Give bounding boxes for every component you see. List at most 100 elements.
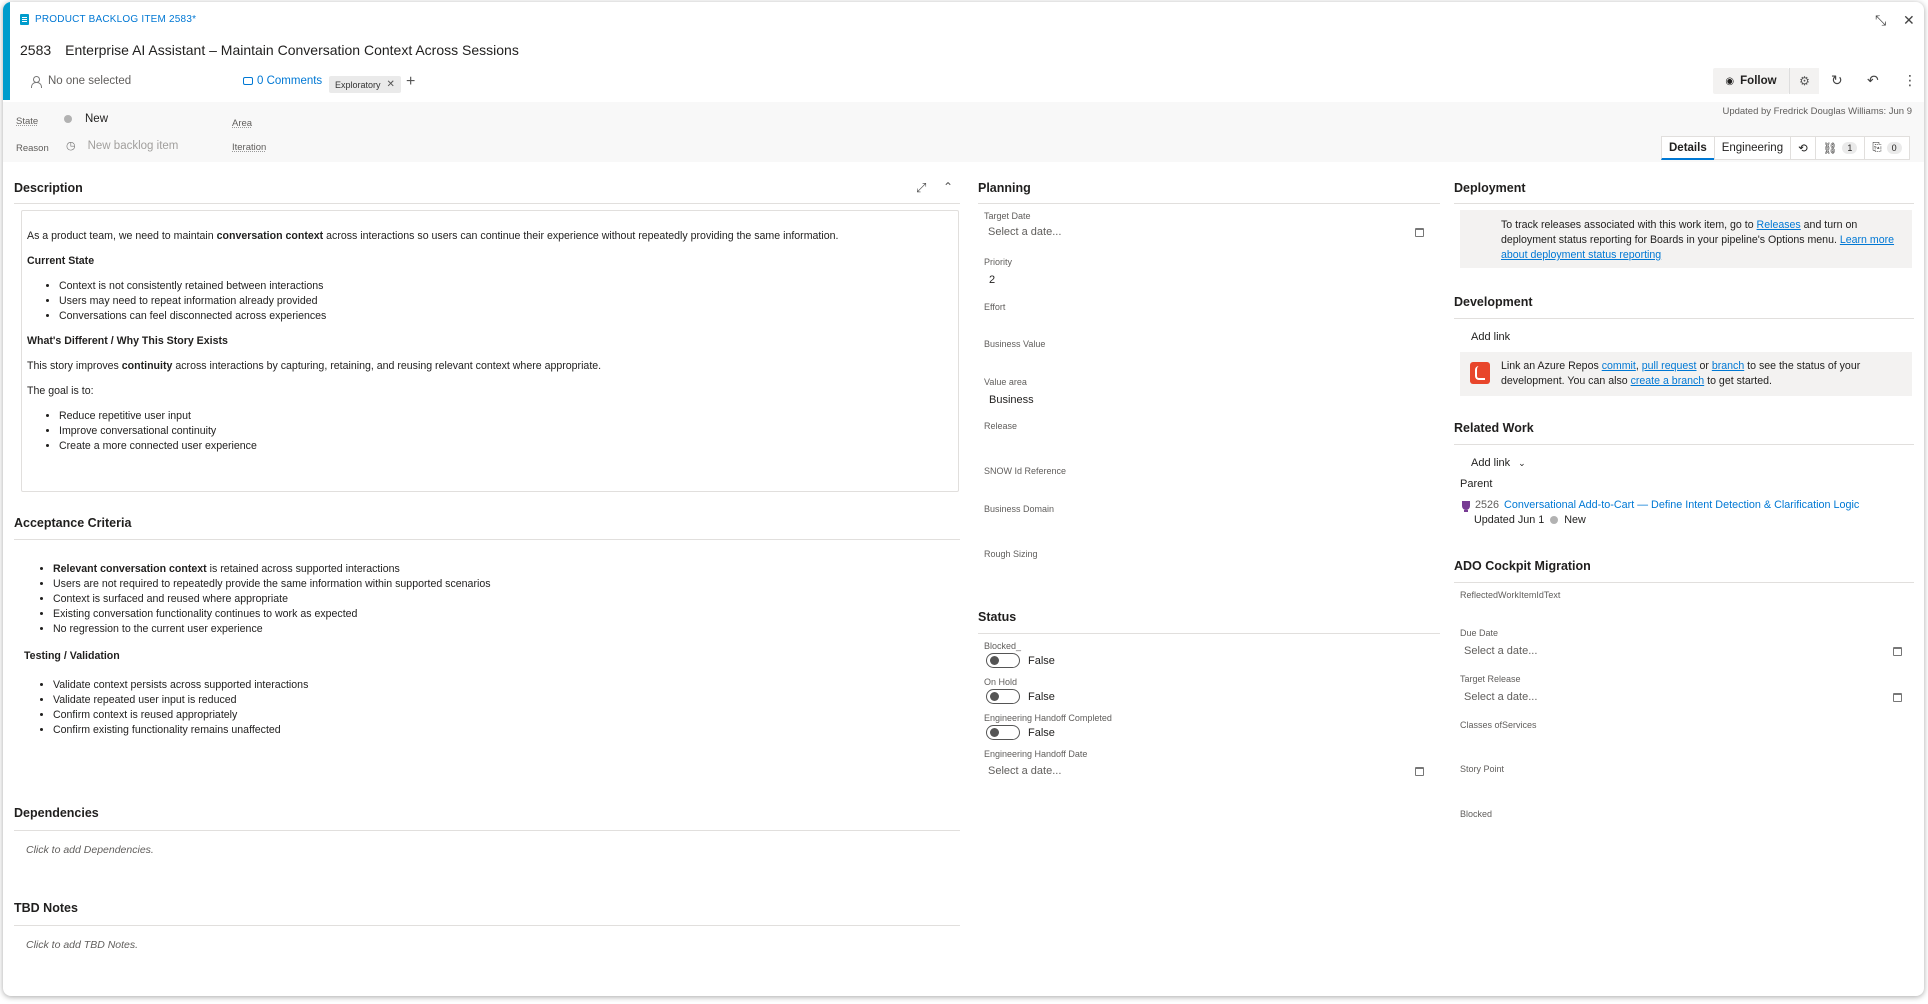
iteration-label[interactable]: Iteration xyxy=(232,142,266,153)
on-hold-label: On Hold xyxy=(984,677,1018,687)
testing-heading: Testing / Validation xyxy=(24,650,120,662)
chevron-down-icon: ⌄ xyxy=(1518,457,1526,468)
toggle-switch[interactable] xyxy=(986,725,1020,740)
assigned-to-field[interactable]: No one selected xyxy=(31,75,131,88)
deployment-divider xyxy=(1454,203,1914,204)
work-item-type-label: PRODUCT BACKLOG ITEM 2583* xyxy=(20,14,196,25)
ado-divider xyxy=(1454,582,1914,583)
blocked-label: Blocked_ xyxy=(984,641,1022,651)
close-icon[interactable]: ✕ xyxy=(1903,12,1915,29)
due-date-label: Due Date xyxy=(1460,628,1499,638)
due-date-field[interactable]: Select a date... xyxy=(1460,645,1902,657)
business-domain-label: Business Domain xyxy=(984,504,1055,514)
tbd-notes-divider xyxy=(14,925,960,926)
list-item: Improve conversational continuity xyxy=(59,424,953,439)
dependencies-field[interactable]: Click to add Dependencies. xyxy=(26,844,154,856)
calendar-icon[interactable] xyxy=(1415,766,1424,776)
follow-button[interactable]: ◉ Follow xyxy=(1713,68,1789,94)
priority-field[interactable]: 2 xyxy=(989,274,995,286)
core-fields-band xyxy=(3,102,1924,162)
related-add-link[interactable]: Add link ⌄ xyxy=(1471,457,1526,469)
chevron-up-icon[interactable]: ⌃ xyxy=(943,180,953,194)
target-date-field[interactable]: Select a date... xyxy=(984,226,1424,238)
list-item: Confirm context is reused appropriately xyxy=(53,708,959,723)
status-heading: Status xyxy=(978,610,1017,624)
backlog-item-icon xyxy=(20,14,29,25)
eye-icon: ◉ xyxy=(1725,75,1735,87)
work-item-title[interactable]: Enterprise AI Assistant – Maintain Conve… xyxy=(65,42,519,58)
tab-engineering[interactable]: Engineering xyxy=(1713,136,1791,160)
paperclip-icon: ⎘ xyxy=(1872,141,1882,154)
parent-work-item[interactable]: 2526 Conversational Add-to-Cart — Define… xyxy=(1462,499,1859,512)
list-item: Create a more connected user experience xyxy=(59,439,953,454)
list-item: Existing conversation functionality cont… xyxy=(53,607,959,622)
create-branch-link[interactable]: create a branch xyxy=(1631,375,1705,387)
calendar-icon[interactable] xyxy=(1893,692,1902,702)
related-work-heading: Related Work xyxy=(1454,421,1534,435)
branch-link[interactable]: branch xyxy=(1712,360,1744,372)
undo-icon[interactable]: ↶ xyxy=(1867,72,1879,89)
tbd-notes-field[interactable]: Click to add TBD Notes. xyxy=(26,939,138,951)
description-divider xyxy=(14,203,960,204)
description-heading: Description xyxy=(14,181,83,195)
calendar-icon[interactable] xyxy=(1893,646,1902,656)
area-label[interactable]: Area xyxy=(232,118,252,129)
comments-link[interactable]: 0 Comments xyxy=(243,75,322,87)
deployment-heading: Deployment xyxy=(1454,181,1526,195)
calendar-icon[interactable] xyxy=(1415,227,1424,237)
list-item: Context is surfaced and reused where app… xyxy=(53,592,959,607)
pull-request-link[interactable]: pull request xyxy=(1642,360,1697,372)
parent-meta: Updated Jun 1 New xyxy=(1474,514,1586,526)
handoff-completed-toggle[interactable]: False xyxy=(986,725,1055,740)
list-item: Users are not required to repeatedly pro… xyxy=(53,577,959,592)
description-editor[interactable]: As a product team, we need to maintain c… xyxy=(21,210,959,492)
development-add-link[interactable]: Add link xyxy=(1471,331,1510,343)
gear-icon[interactable]: ⚙ xyxy=(1789,68,1819,94)
toggle-switch[interactable] xyxy=(986,653,1020,668)
parent-title-link[interactable]: Conversational Add-to-Cart — Define Inte… xyxy=(1504,499,1859,511)
tab-details[interactable]: Details xyxy=(1661,136,1714,160)
list-item: Relevant conversation context is retaine… xyxy=(53,562,959,577)
release-label: Release xyxy=(984,421,1018,431)
story-point-label: Story Point xyxy=(1460,764,1505,774)
state-field[interactable]: New xyxy=(64,113,108,125)
value-area-field[interactable]: Business xyxy=(989,394,1034,406)
work-item-id: 2583 xyxy=(20,42,52,58)
refresh-icon[interactable]: ↻ xyxy=(1831,72,1843,89)
acceptance-criteria-heading: Acceptance Criteria xyxy=(14,516,132,530)
tab-links[interactable]: ⛓ 1 xyxy=(1814,136,1865,160)
goals-list: Reduce repetitive user input Improve con… xyxy=(59,409,953,454)
blocked-toggle[interactable]: False xyxy=(986,653,1055,668)
work-item-type-color-bar xyxy=(3,2,10,100)
add-tag-button[interactable]: + xyxy=(406,73,415,91)
commit-link[interactable]: commit xyxy=(1602,360,1636,372)
value-area-label: Value area xyxy=(984,377,1027,387)
toggle-switch[interactable] xyxy=(986,689,1020,704)
effort-label: Effort xyxy=(984,302,1006,312)
more-icon[interactable]: ⋮ xyxy=(1903,72,1917,89)
target-release-field[interactable]: Select a date... xyxy=(1460,691,1902,703)
handoff-date-label: Engineering Handoff Date xyxy=(984,749,1088,759)
list-item: Validate repeated user input is reduced xyxy=(53,693,959,708)
target-release-label: Target Release xyxy=(1460,674,1521,684)
on-hold-toggle[interactable]: False xyxy=(986,689,1055,704)
clock-icon: ◷ xyxy=(66,140,76,152)
link-icon: ⛓ xyxy=(1822,143,1838,155)
work-item-title-row: 2583 Enterprise AI Assistant – Maintain … xyxy=(20,42,519,58)
remove-tag-icon[interactable]: ✕ xyxy=(387,79,395,90)
reason-field[interactable]: ◷ New backlog item xyxy=(66,139,178,153)
acceptance-criteria-editor[interactable]: Relevant conversation context is retaine… xyxy=(21,562,959,748)
handoff-date-field[interactable]: Select a date... xyxy=(984,765,1424,777)
planning-heading: Planning xyxy=(978,181,1031,195)
expand-icon[interactable]: ⤢ xyxy=(916,180,926,196)
story-paragraph: This story improves continuity across in… xyxy=(27,360,602,372)
tab-attachments[interactable]: ⎘ 0 xyxy=(1864,136,1910,160)
tab-history[interactable]: ⟲ xyxy=(1790,136,1815,160)
tag-exploratory: Exploratory ✕ xyxy=(329,76,401,93)
current-state-heading: Current State xyxy=(27,255,95,267)
releases-link[interactable]: Releases xyxy=(1757,219,1801,231)
acceptance-list: Relevant conversation context is retaine… xyxy=(53,562,959,637)
collapse-icon[interactable]: ⤡ xyxy=(1875,12,1886,29)
classes-of-services-label: Classes ofServices xyxy=(1460,720,1537,730)
ado-cockpit-heading: ADO Cockpit Migration xyxy=(1454,559,1591,573)
